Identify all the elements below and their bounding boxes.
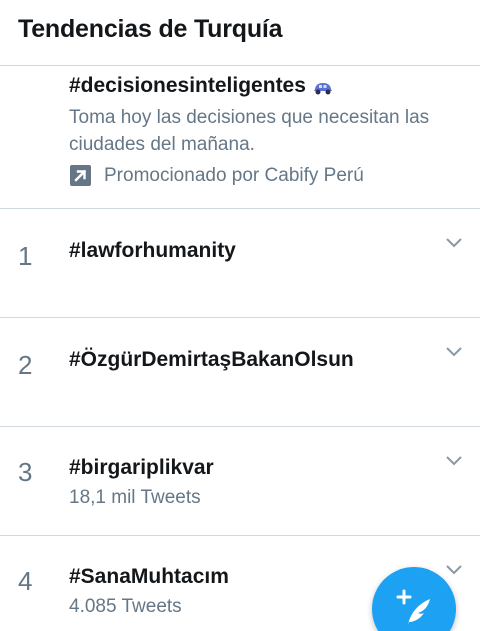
promoted-hashtag-row: #decisionesinteligentes [69, 74, 334, 98]
trends-screen: Tendencias de Turquía #decisionesintelig… [0, 0, 480, 631]
trend-item[interactable]: 1 #lawforhumanity [0, 209, 480, 318]
promoted-by-label: Promocionado por Cabify Perú [104, 164, 364, 186]
chevron-down-icon[interactable] [445, 233, 463, 251]
trend-rank: 2 [18, 350, 33, 380]
trend-item[interactable]: 2 #ÖzgürDemirtaşBakanOlsun [0, 318, 480, 427]
compose-feather-icon [396, 589, 430, 625]
chevron-down-icon[interactable] [445, 560, 463, 578]
trend-tweet-count: 18,1 mil Tweets [69, 487, 201, 508]
car-icon [312, 78, 334, 95]
header: Tendencias de Turquía [0, 0, 480, 66]
trend-name: #ÖzgürDemirtaşBakanOlsun [69, 348, 354, 371]
trend-name: #lawforhumanity [69, 239, 236, 262]
trend-item[interactable]: 3 #birgariplikvar 18,1 mil Tweets [0, 427, 480, 536]
trend-rank: 4 [18, 566, 33, 596]
promoted-hashtag: #decisionesinteligentes [69, 74, 306, 97]
promoted-by-row[interactable]: Promocionado por Cabify Perú [69, 164, 364, 187]
trend-name: #SanaMuhtacım [69, 565, 229, 588]
chevron-down-icon[interactable] [445, 342, 463, 360]
trend-rank: 3 [18, 457, 33, 487]
trend-rank: 1 [18, 241, 33, 271]
promoted-arrow-icon [69, 164, 92, 187]
page-title: Tendencias de Turquía [18, 15, 283, 43]
chevron-down-icon[interactable] [445, 451, 463, 469]
promoted-description: Toma hoy las decisiones que necesitan la… [69, 107, 430, 155]
trend-name: #birgariplikvar [69, 456, 214, 479]
trend-tweet-count: 4.085 Tweets [69, 596, 182, 617]
promoted-trend[interactable]: #decisionesinteligentes Toma hoy las dec… [0, 66, 480, 209]
